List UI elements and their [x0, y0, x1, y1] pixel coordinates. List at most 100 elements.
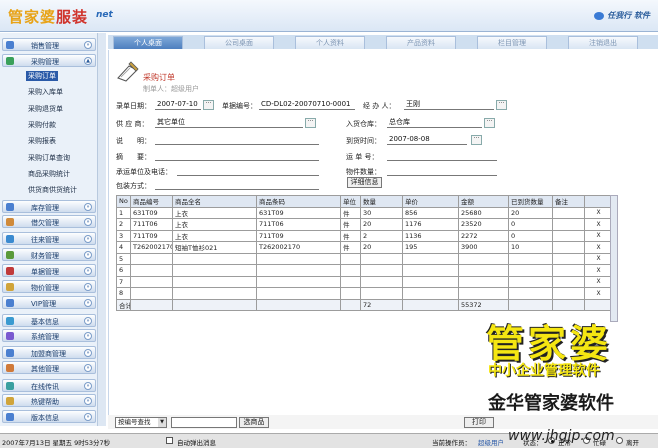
grid-cell[interactable]: 856 — [402, 206, 459, 219]
grid-cell[interactable]: 3900 — [458, 241, 509, 254]
grid-cell[interactable] — [360, 275, 403, 288]
grid-cell[interactable] — [402, 275, 459, 288]
sidebar-item-purchase-7[interactable]: 供货商供货统计 — [28, 185, 77, 195]
grid-header[interactable]: 单位 — [340, 195, 361, 208]
grid-cell[interactable]: 6 — [116, 264, 131, 277]
grid-cell[interactable] — [458, 264, 509, 277]
grid-cell[interactable] — [458, 252, 509, 265]
grid-cell[interactable]: 1 — [116, 206, 131, 219]
grid-cell[interactable] — [458, 287, 509, 300]
delete-row-icon[interactable]: X — [584, 252, 611, 265]
grid-cell[interactable]: 1136 — [402, 229, 459, 242]
grid-cell[interactable]: 195 — [402, 241, 459, 254]
chevron-up-icon[interactable]: ▲ — [84, 57, 92, 65]
delete-row-icon[interactable]: X — [584, 264, 611, 277]
grid-cell[interactable] — [552, 287, 585, 300]
grid-cell[interactable] — [360, 287, 403, 300]
sidebar-item-purchase-5[interactable]: 采购订单查询 — [28, 153, 70, 163]
grid-cell[interactable]: 631T09 — [256, 206, 341, 219]
sidebar-section-6[interactable]: 单据管理 » — [2, 264, 96, 277]
sidebar-section-11[interactable]: 加盟商管理 » — [2, 346, 96, 359]
chevron-right-icon[interactable]: » — [84, 299, 92, 307]
chevron-right-icon[interactable]: » — [84, 332, 92, 340]
sidebar-section-14[interactable]: 热键帮助 » — [2, 394, 96, 407]
chevron-right-icon[interactable]: » — [84, 413, 92, 421]
chevron-right-icon[interactable]: » — [84, 251, 92, 259]
sidebar-item-purchase-0[interactable]: 采购订单 — [26, 71, 58, 81]
grid-header[interactable]: 商品编号 — [130, 195, 173, 208]
grid-cell[interactable]: 上衣 — [172, 218, 257, 231]
sidebar-section-9[interactable]: 基本信息 » — [2, 314, 96, 327]
grid-cell[interactable] — [552, 229, 585, 242]
grid-cell[interactable] — [360, 264, 403, 277]
grid-cell[interactable]: 2272 — [458, 229, 509, 242]
arrive-field[interactable]: 2007-08-08 — [387, 135, 467, 145]
grid-cell[interactable] — [340, 264, 361, 277]
grid-cell[interactable]: 30 — [360, 206, 403, 219]
grid-cell[interactable] — [172, 275, 257, 288]
grid-cell[interactable] — [256, 287, 341, 300]
grid-cell[interactable] — [458, 275, 509, 288]
grid-cell[interactable] — [172, 264, 257, 277]
grid-cell[interactable] — [340, 252, 361, 265]
grid-cell[interactable] — [508, 252, 553, 265]
auto-popup-checkbox[interactable] — [166, 437, 173, 444]
grid-cell[interactable] — [402, 264, 459, 277]
grid-header[interactable]: 备注 — [552, 195, 585, 208]
table-row[interactable]: 3 711T09 上衣 711T09 件 2 1136 2272 0 X — [116, 229, 611, 242]
grid-cell[interactable]: 件 — [340, 241, 361, 254]
grid-cell[interactable] — [508, 287, 553, 300]
grid-cell[interactable] — [130, 275, 173, 288]
table-row[interactable]: 4 T262002170 短袖T恤衫021 T262002170 件 20 195 3900 1… — [116, 241, 611, 254]
grid-header[interactable]: 数量 — [360, 195, 403, 208]
grid-cell[interactable]: 7 — [116, 275, 131, 288]
chevron-right-icon[interactable]: » — [84, 397, 92, 405]
grid-header[interactable]: No — [116, 195, 131, 208]
grid-cell[interactable]: 上衣 — [172, 229, 257, 242]
grid-cell[interactable]: 8 — [116, 287, 131, 300]
grid-header[interactable]: 商品条码 — [256, 195, 341, 208]
sidebar-section-7[interactable]: 物价管理 » — [2, 280, 96, 293]
print-button[interactable]: 打印 — [464, 417, 494, 428]
chevron-right-icon[interactable]: » — [84, 235, 92, 243]
grid-cell[interactable] — [552, 241, 585, 254]
supplier-picker-button[interactable]: ··· — [305, 118, 316, 128]
grid-cell[interactable]: 短袖T恤衫021 — [172, 241, 257, 254]
grid-cell[interactable]: 0 — [508, 229, 553, 242]
search-input[interactable] — [171, 417, 237, 428]
state-away-radio[interactable] — [616, 437, 623, 444]
table-row[interactable]: 2 711T06 上衣 711T06 件 20 1176 23520 0 X — [116, 218, 611, 231]
grid-cell[interactable] — [130, 264, 173, 277]
grid-cell[interactable] — [552, 275, 585, 288]
delete-row-icon[interactable]: X — [584, 241, 611, 254]
grid-cell[interactable]: T262002170 — [256, 241, 341, 254]
grid-cell[interactable] — [508, 264, 553, 277]
grid-cell[interactable] — [402, 252, 459, 265]
delete-row-icon[interactable]: X — [584, 206, 611, 219]
delete-row-icon[interactable]: X — [584, 218, 611, 231]
sidebar-section-0[interactable]: 销售管理 » — [2, 38, 96, 51]
chevron-right-icon[interactable]: » — [84, 283, 92, 291]
handler-field[interactable]: 王刚 — [404, 100, 494, 110]
grid-cell[interactable]: 631T09 — [130, 206, 173, 219]
select-product-button[interactable]: 选商品 — [239, 417, 269, 428]
grid-cell[interactable]: 0 — [508, 218, 553, 231]
grid-cell[interactable]: 2 — [360, 229, 403, 242]
table-row[interactable]: 1 631T09 上衣 631T09 件 30 856 25680 20 X — [116, 206, 611, 219]
handler-picker-button[interactable]: ··· — [496, 100, 507, 110]
grid-cell[interactable] — [130, 252, 173, 265]
grid-header[interactable]: 单价 — [402, 195, 459, 208]
tab-5[interactable]: 注销退出 — [568, 36, 638, 49]
sidebar-section-13[interactable]: 在线传讯 » — [2, 379, 96, 392]
grid-cell[interactable]: 件 — [340, 229, 361, 242]
grid-cell[interactable] — [552, 218, 585, 231]
grid-cell[interactable] — [340, 275, 361, 288]
grid-cell[interactable]: 上衣 — [172, 206, 257, 219]
qty-field[interactable] — [387, 166, 497, 176]
chevron-right-icon[interactable]: » — [84, 317, 92, 325]
tab-1[interactable]: 公司桌面 — [204, 36, 274, 49]
grid-cell[interactable]: 711T09 — [130, 229, 173, 242]
grid-header[interactable]: 已到货数量 — [508, 195, 553, 208]
sidebar-section-4[interactable]: 往来管理 » — [2, 232, 96, 245]
delete-row-icon[interactable]: X — [584, 275, 611, 288]
